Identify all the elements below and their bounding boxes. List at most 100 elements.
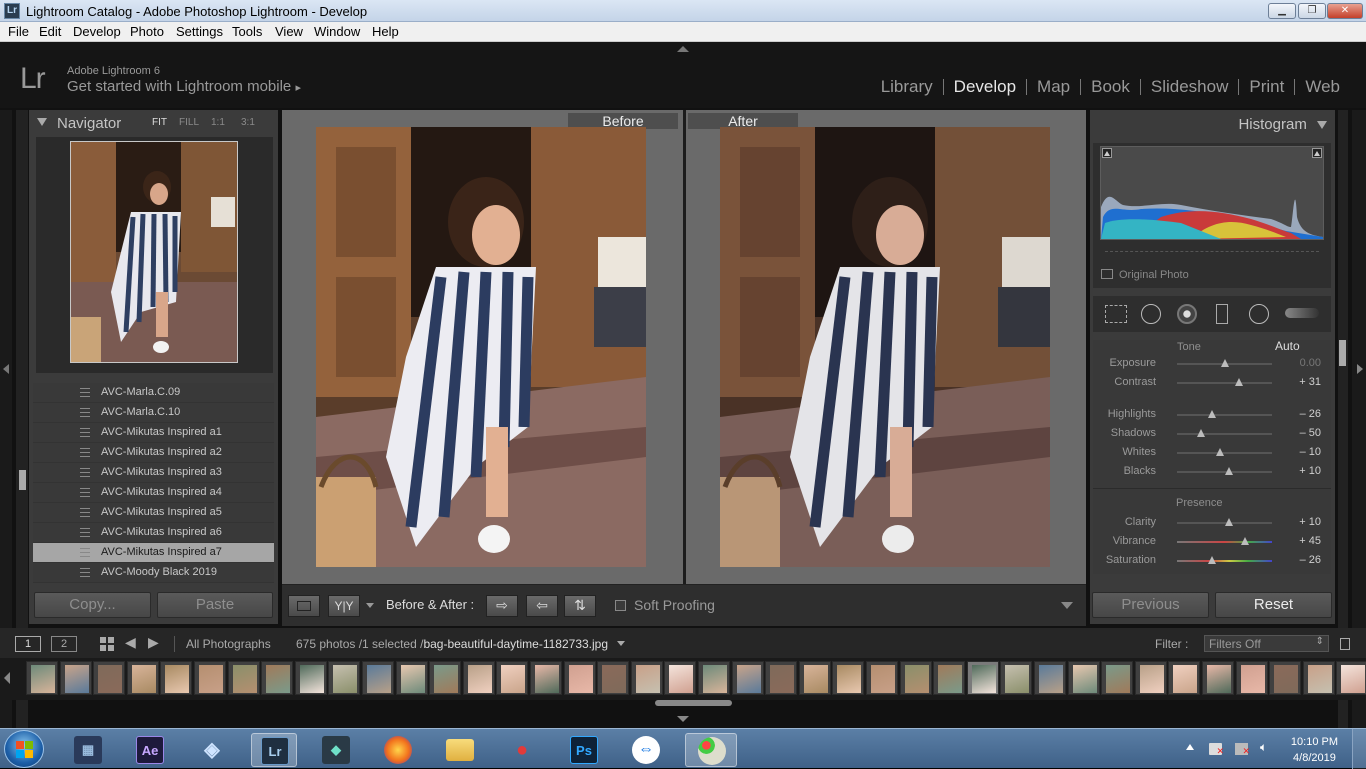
slider-thumb[interactable] xyxy=(1241,537,1250,545)
filmstrip-thumbnail[interactable] xyxy=(866,661,898,695)
before-after-view-button[interactable]: Y|Y xyxy=(328,595,360,617)
filmstrip-thumbnail[interactable] xyxy=(26,661,58,695)
maximize-button[interactable]: ❐ xyxy=(1298,3,1326,19)
slider-highlights[interactable]: Highlights – 26 xyxy=(1093,406,1331,424)
filmstrip-thumbnail[interactable] xyxy=(1302,661,1335,695)
paste-button[interactable]: Paste xyxy=(157,592,273,618)
histogram-graph[interactable] xyxy=(1100,146,1324,240)
menu-develop[interactable]: Develop xyxy=(73,24,121,39)
red-eye-icon[interactable] xyxy=(1177,304,1197,324)
network-icon[interactable]: ✕ xyxy=(1235,743,1250,757)
menu-view[interactable]: View xyxy=(275,24,303,39)
navigator-header[interactable]: Navigator FIT FILL 1:1 3:1 xyxy=(29,110,278,135)
slider-blacks[interactable]: Blacks + 10 xyxy=(1093,463,1331,481)
taskbar-paint[interactable] xyxy=(685,733,737,767)
slider-thumb[interactable] xyxy=(1220,359,1229,367)
filmstrip-thumbnail[interactable] xyxy=(698,661,730,695)
back-arrow-icon[interactable]: ◀ xyxy=(125,635,136,651)
filmstrip-thumbnail[interactable] xyxy=(765,661,798,695)
filmstrip-thumbnail[interactable] xyxy=(798,661,831,695)
filmstrip-thumbnail[interactable] xyxy=(126,661,159,695)
taskbar-filmora[interactable]: ◆ xyxy=(313,733,359,767)
copy-button[interactable]: Copy... xyxy=(34,592,151,618)
slider-thumb[interactable] xyxy=(1225,518,1234,526)
filmstrip-thumbnail[interactable] xyxy=(664,661,697,695)
menu-help[interactable]: Help xyxy=(372,24,399,39)
preset-item[interactable]: AVC-Marla.C.10 xyxy=(33,403,274,423)
filmstrip-thumbnail[interactable] xyxy=(597,661,630,695)
reset-button[interactable]: Reset xyxy=(1215,592,1332,618)
filter-select[interactable]: Filters Off ⇕ xyxy=(1204,635,1329,652)
taskbar-teamviewer[interactable]: ⇔ xyxy=(623,733,669,767)
filmstrip-thumbnail[interactable] xyxy=(1168,661,1201,695)
module-web[interactable]: Web xyxy=(1295,77,1350,97)
filmstrip-thumbnail[interactable] xyxy=(1134,661,1167,695)
slider-value[interactable]: + 45 xyxy=(1299,535,1321,547)
filter-lock-icon[interactable] xyxy=(1340,638,1350,650)
view-mode-dropdown-icon[interactable] xyxy=(366,603,374,608)
slider-value[interactable]: + 10 xyxy=(1299,465,1321,477)
show-desktop-button[interactable] xyxy=(1352,729,1366,769)
primary-window-button[interactable]: 1 xyxy=(15,636,41,652)
filmstrip-thumbnail[interactable] xyxy=(933,661,966,695)
after-photo[interactable] xyxy=(720,127,1050,567)
taskbar-app-diamond[interactable]: ◈ xyxy=(189,733,235,767)
filmstrip-thumbnail-selected[interactable] xyxy=(966,661,999,695)
filmstrip-thumbnail[interactable] xyxy=(1000,661,1033,695)
spot-removal-icon[interactable] xyxy=(1141,304,1161,324)
slider-thumb[interactable] xyxy=(1208,410,1217,418)
menu-tools[interactable]: Tools xyxy=(232,24,262,39)
filmstrip-thumbnail[interactable] xyxy=(1202,661,1234,695)
secondary-window-button[interactable]: 2 xyxy=(51,636,77,652)
taskbar-photoshop[interactable]: Ps xyxy=(561,733,607,767)
slider-track[interactable] xyxy=(1177,414,1272,416)
right-panel-scrollbar[interactable] xyxy=(1339,340,1346,366)
filmstrip-thumbnail[interactable] xyxy=(1067,661,1100,695)
slider-saturation[interactable]: Saturation – 26 xyxy=(1093,552,1331,570)
forward-arrow-icon[interactable]: ▶ xyxy=(148,635,159,651)
filmstrip-thumbnail[interactable] xyxy=(395,661,428,695)
grid-view-icon[interactable] xyxy=(100,637,114,651)
zoom-fit[interactable]: FIT xyxy=(152,117,167,128)
slider-thumb[interactable] xyxy=(1225,467,1234,475)
filmstrip-thumbnail[interactable] xyxy=(261,661,294,695)
swap-before-after-button[interactable]: ⇅ xyxy=(564,595,596,617)
toolbar-content-dropdown-icon[interactable] xyxy=(1061,602,1073,609)
mobile-promo-link[interactable]: Get started with Lightroom mobile ▸ xyxy=(67,78,301,95)
filmstrip-thumbnail[interactable] xyxy=(1034,661,1066,695)
filmstrip-thumbnail[interactable] xyxy=(630,661,663,695)
slider-clarity[interactable]: Clarity + 10 xyxy=(1093,514,1331,532)
volume-icon[interactable]: 🔈︎ xyxy=(1260,740,1273,754)
filmstrip-thumbnail[interactable] xyxy=(1269,661,1302,695)
filmstrip-thumbnail[interactable] xyxy=(362,661,394,695)
histogram-header[interactable]: Histogram xyxy=(1238,116,1327,133)
filmstrip-thumbnail[interactable] xyxy=(93,661,126,695)
taskbar-file-explorer[interactable] xyxy=(437,733,483,767)
source-label[interactable]: All Photographs xyxy=(186,637,271,651)
graduated-filter-icon[interactable] xyxy=(1216,304,1228,324)
preset-item-selected[interactable]: AVC-Mikutas Inspired a7 xyxy=(33,543,274,563)
adjustment-brush-icon[interactable] xyxy=(1285,308,1319,318)
action-center-icon[interactable]: ✕ xyxy=(1209,743,1224,757)
slider-value[interactable]: – 50 xyxy=(1300,427,1321,439)
start-button[interactable] xyxy=(4,730,44,768)
filmstrip-thumbnail[interactable] xyxy=(160,661,193,695)
slider-thumb[interactable] xyxy=(1234,378,1243,386)
slider-value[interactable]: + 10 xyxy=(1299,516,1321,528)
filmstrip-thumbnail[interactable] xyxy=(1336,661,1366,695)
slider-shadows[interactable]: Shadows – 50 xyxy=(1093,425,1331,443)
filmstrip-thumbnail[interactable] xyxy=(530,661,562,695)
copy-before-to-after-button[interactable]: ⇨ xyxy=(486,595,518,617)
filmstrip-thumbnail[interactable] xyxy=(462,661,495,695)
filmstrip-thumbnail[interactable] xyxy=(832,661,865,695)
slider-exposure[interactable]: Exposure 0.00 xyxy=(1093,355,1331,373)
slider-vibrance[interactable]: Vibrance + 45 xyxy=(1093,533,1331,551)
minimize-button[interactable]: ▁ xyxy=(1268,3,1296,19)
slider-track[interactable] xyxy=(1177,433,1272,435)
filmstrip-left-icon[interactable] xyxy=(4,672,10,684)
slider-track[interactable] xyxy=(1177,541,1272,543)
module-develop[interactable]: Develop xyxy=(944,77,1026,97)
module-library[interactable]: Library xyxy=(871,77,943,97)
preset-item[interactable]: AVC-Mikutas Inspired a5 xyxy=(33,503,274,523)
copy-after-to-before-button[interactable]: ⇦ xyxy=(526,595,558,617)
